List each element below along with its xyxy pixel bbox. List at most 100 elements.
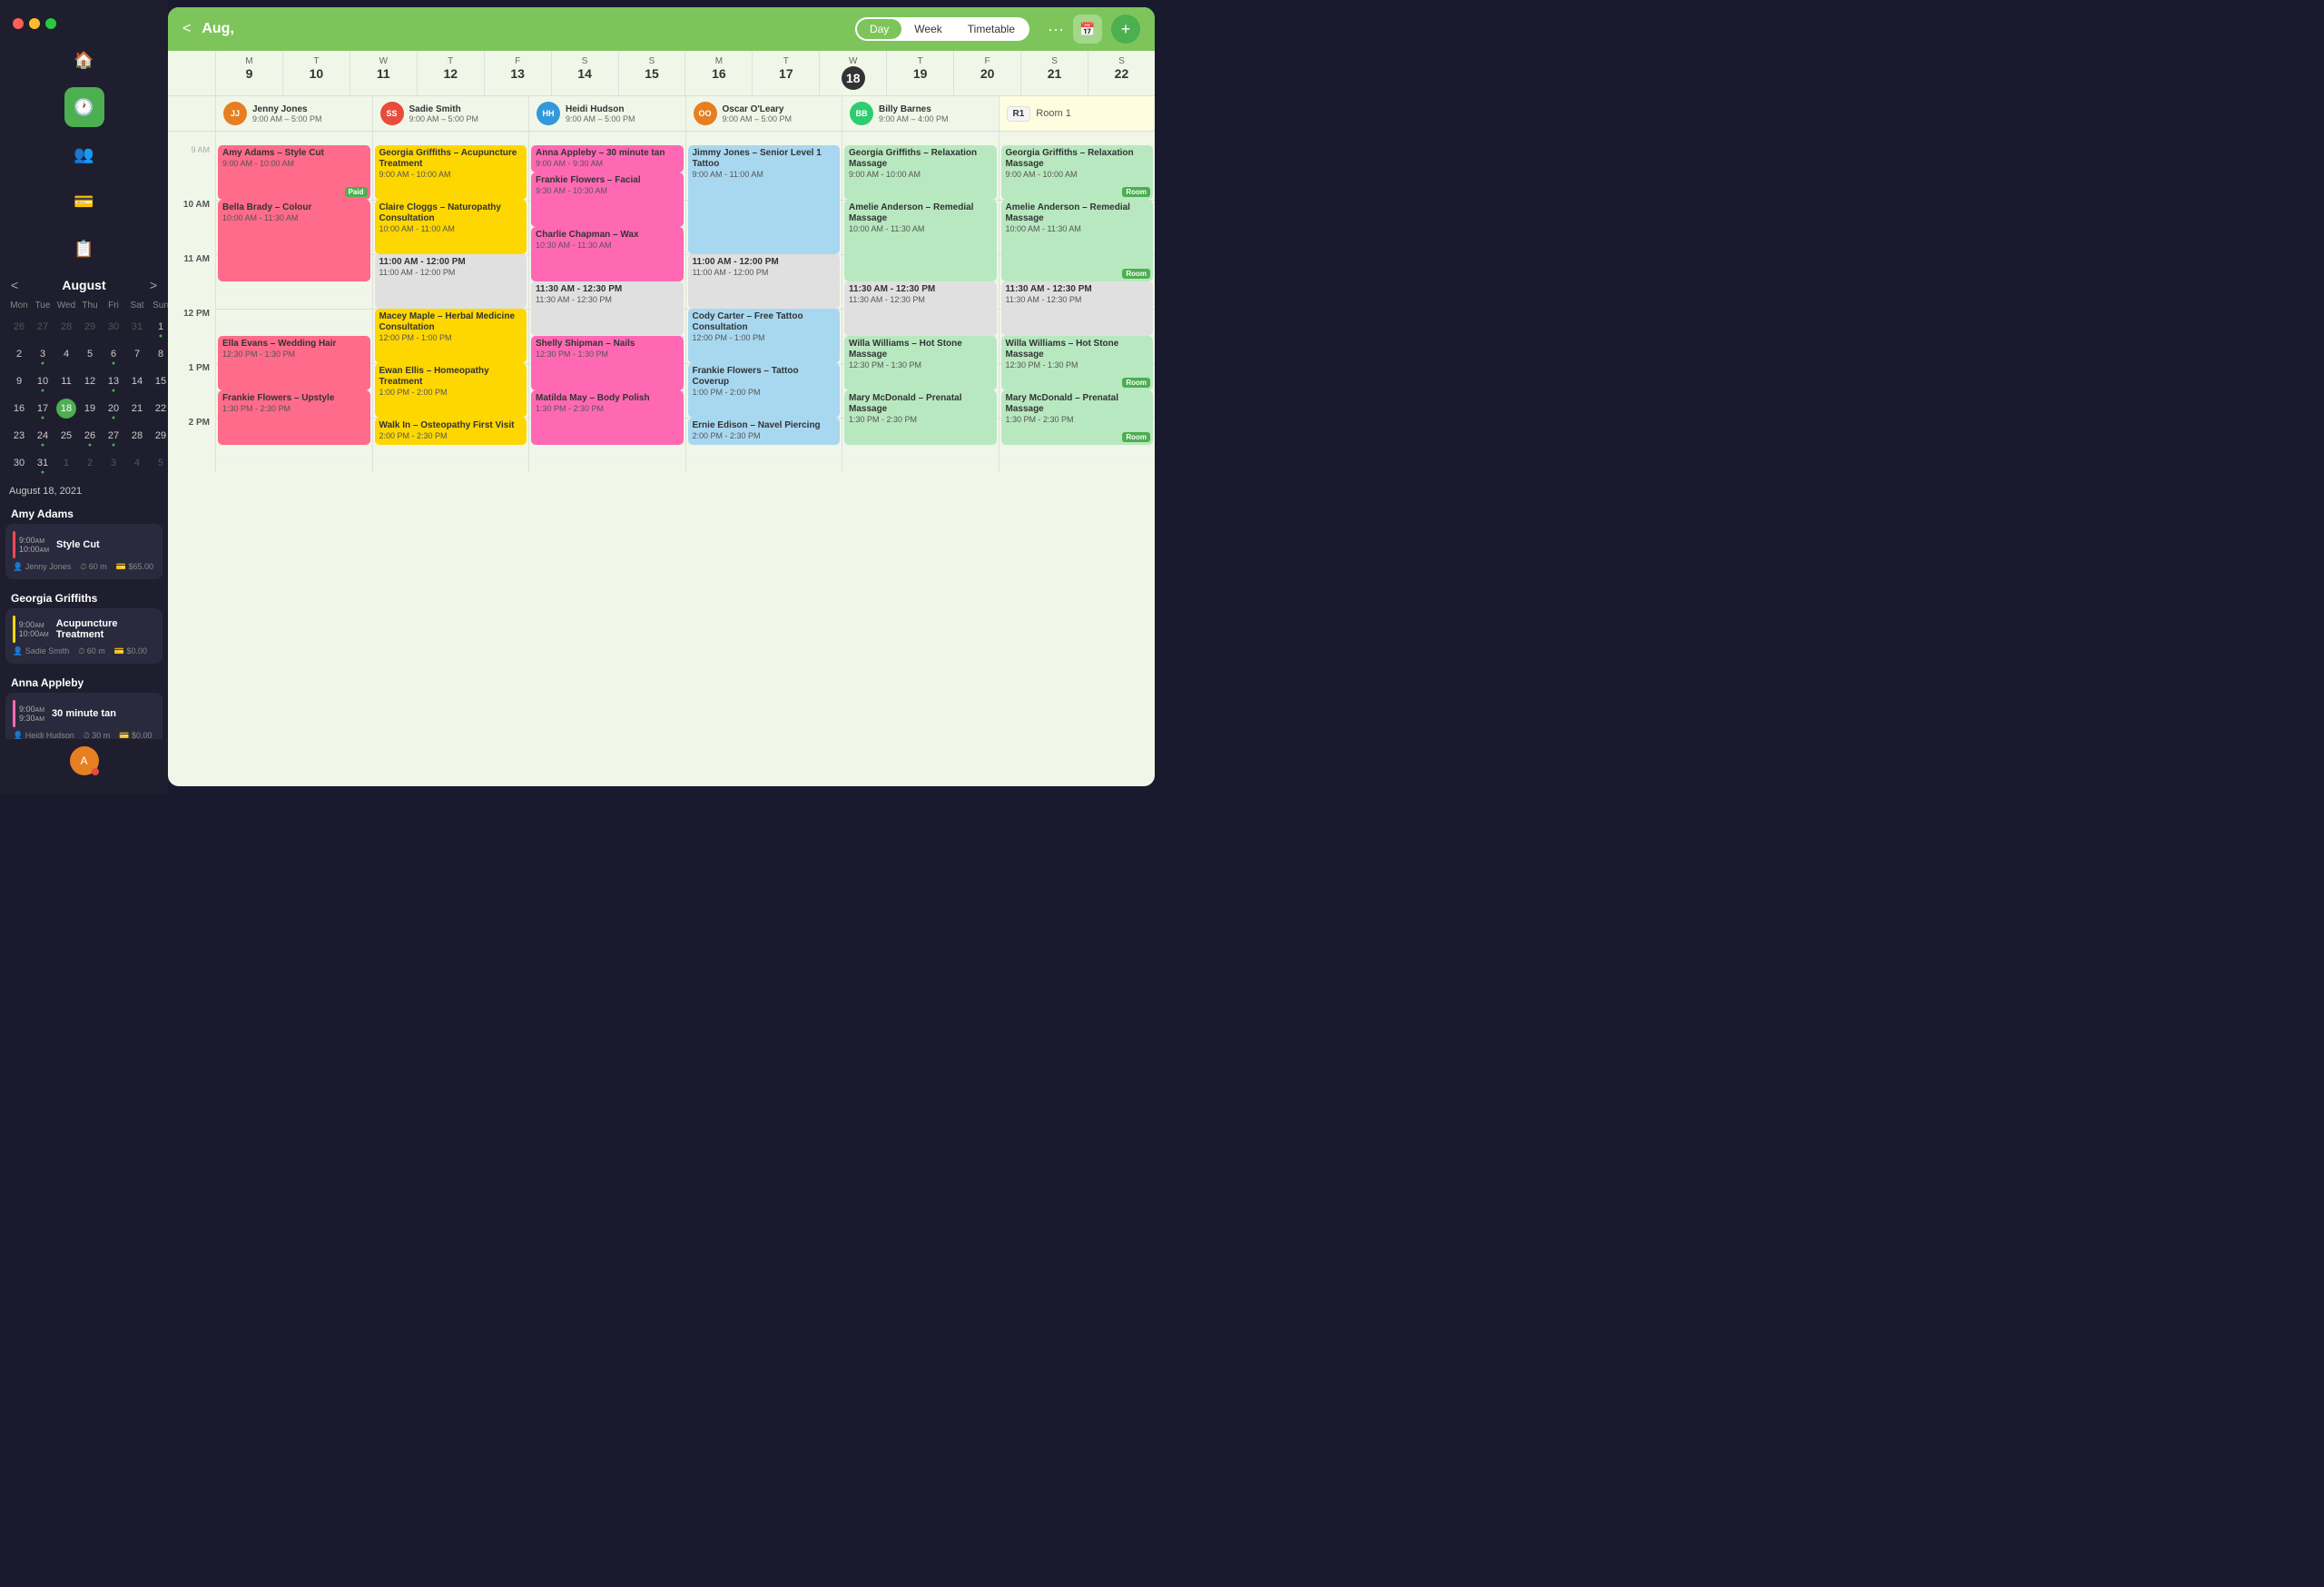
timetable-view-button[interactable]: Timetable — [955, 19, 1028, 39]
mini-cal-day[interactable]: 14 — [125, 368, 149, 395]
mini-cal-day[interactable]: 22 — [149, 395, 172, 422]
appointment-block[interactable]: Georgia Griffiths – Relaxation Massage9:… — [1001, 145, 1154, 200]
mini-cal-day[interactable]: 19 — [78, 395, 102, 422]
appointment-block[interactable]: Georgia Griffiths – Relaxation Massage9:… — [844, 145, 997, 200]
day-number-header[interactable]: S22 — [1088, 51, 1155, 95]
appointment-card[interactable]: 9:00AM 10:00AM Acupuncture Treatment 👤 S… — [5, 608, 162, 664]
mini-cal-day[interactable]: 25 — [54, 422, 78, 449]
appointment-block[interactable]: 11:00 AM - 12:00 PM11:00 AM - 12:00 PM — [375, 254, 527, 309]
appointment-block[interactable]: Mary McDonald – Prenatal Massage1:30 PM … — [1001, 390, 1154, 445]
appointment-block[interactable]: Cody Carter – Free Tattoo Consultation12… — [688, 309, 841, 363]
day-number-header[interactable]: W11 — [350, 51, 417, 95]
add-appointment-button[interactable]: + — [1111, 15, 1140, 44]
appointment-block[interactable]: Amelie Anderson – Remedial Massage10:00 … — [844, 200, 997, 281]
appointment-block[interactable]: Willa Williams – Hot Stone Massage12:30 … — [1001, 336, 1154, 390]
appointment-block[interactable]: Frankie Flowers – Upstyle1:30 PM - 2:30 … — [218, 390, 370, 445]
mini-cal-day[interactable]: 1 — [54, 449, 78, 477]
mini-cal-day[interactable]: 9 — [7, 368, 31, 395]
day-number-header[interactable]: W18 — [819, 51, 886, 95]
mini-cal-day[interactable]: 28 — [54, 313, 78, 340]
mini-cal-day[interactable]: 24● — [31, 422, 54, 449]
appointment-block[interactable]: Amy Adams – Style Cut9:00 AM - 10:00 AMP… — [218, 145, 370, 200]
day-number-header[interactable]: T12 — [417, 51, 484, 95]
day-number-header[interactable]: F20 — [953, 51, 1020, 95]
appointment-block[interactable]: Mary McDonald – Prenatal Massage1:30 PM … — [844, 390, 997, 445]
appointment-block[interactable]: Frankie Flowers – Facial9:30 AM - 10:30 … — [531, 172, 684, 227]
appointment-block[interactable]: Ernie Edison – Navel Piercing2:00 PM - 2… — [688, 418, 841, 445]
appointment-block[interactable]: Walk In – Osteopathy First Visit2:00 PM … — [375, 418, 527, 445]
appointment-block[interactable]: 11:30 AM - 12:30 PM11:30 AM - 12:30 PM — [1001, 281, 1154, 336]
mini-cal-day[interactable]: 29 — [149, 422, 172, 449]
minimize-button[interactable] — [29, 18, 40, 29]
mini-cal-day[interactable]: 11 — [54, 368, 78, 395]
appointment-block[interactable]: Ella Evans – Wedding Hair12:30 PM - 1:30… — [218, 336, 370, 390]
grid-icon[interactable]: 📋 — [64, 229, 104, 269]
day-number-header[interactable]: S14 — [551, 51, 618, 95]
mini-cal-day[interactable]: 27● — [102, 422, 125, 449]
close-button[interactable] — [13, 18, 24, 29]
mini-cal-day[interactable]: 2 — [78, 449, 102, 477]
mini-cal-day[interactable]: 31● — [31, 449, 54, 477]
day-number-header[interactable]: T17 — [752, 51, 819, 95]
user-avatar[interactable]: A — [70, 746, 99, 775]
day-number-header[interactable]: M16 — [684, 51, 752, 95]
mini-cal-day[interactable]: 10● — [31, 368, 54, 395]
week-view-button[interactable]: Week — [901, 19, 954, 39]
mini-cal-day[interactable]: 13● — [102, 368, 125, 395]
appointment-block[interactable]: Anna Appleby – 30 minute tan9:00 AM - 9:… — [531, 145, 684, 172]
day-view-button[interactable]: Day — [857, 19, 901, 39]
appointment-block[interactable]: Amelie Anderson – Remedial Massage10:00 … — [1001, 200, 1154, 281]
mini-cal-day[interactable]: 30 — [7, 449, 31, 477]
mini-cal-day[interactable]: 18 — [54, 395, 78, 422]
appointment-block[interactable]: Matilda May – Body Polish1:30 PM - 2:30 … — [531, 390, 684, 445]
calendar-widget-button[interactable]: 📅 — [1073, 15, 1102, 44]
appointment-card[interactable]: 9:00AM 10:00AM Style Cut 👤 Jenny Jones ⏱… — [5, 524, 162, 579]
mini-cal-day[interactable]: 5 — [149, 449, 172, 477]
appointment-block[interactable]: Claire Cloggs – Naturopathy Consultation… — [375, 200, 527, 254]
appointment-block[interactable]: Charlie Chapman – Wax10:30 AM - 11:30 AM — [531, 227, 684, 281]
mini-cal-day[interactable]: 12 — [78, 368, 102, 395]
mini-cal-day[interactable]: 3● — [31, 340, 54, 368]
mini-cal-day[interactable]: 31 — [125, 313, 149, 340]
appointment-block[interactable]: Macey Maple – Herbal Medicine Consultati… — [375, 309, 527, 363]
mini-cal-day[interactable]: 27 — [31, 313, 54, 340]
appointment-block[interactable]: Shelly Shipman – Nails12:30 PM - 1:30 PM — [531, 336, 684, 390]
prev-month-button[interactable]: < — [11, 278, 18, 292]
people-icon[interactable]: 👥 — [64, 134, 104, 174]
day-number-header[interactable]: F13 — [484, 51, 551, 95]
day-number-header[interactable]: T19 — [886, 51, 953, 95]
appointment-block[interactable]: Ewan Ellis – Homeopathy Treatment1:00 PM… — [375, 363, 527, 418]
appointment-block[interactable]: Georgia Griffiths – Acupuncture Treatmen… — [375, 145, 527, 200]
mini-cal-day[interactable]: 15 — [149, 368, 172, 395]
back-button[interactable]: < — [182, 21, 191, 37]
mini-cal-day[interactable]: 26● — [78, 422, 102, 449]
mini-cal-day[interactable]: 1● — [149, 313, 172, 340]
appointment-block[interactable]: Bella Brady – Colour10:00 AM - 11:30 AM — [218, 200, 370, 281]
next-month-button[interactable]: > — [150, 278, 157, 292]
mini-cal-day[interactable]: 26 — [7, 313, 31, 340]
mini-cal-day[interactable]: 5 — [78, 340, 102, 368]
appointment-card[interactable]: 9:00AM 9:30AM 30 minute tan 👤 Heidi Huds… — [5, 693, 162, 739]
mini-cal-day[interactable]: 21 — [125, 395, 149, 422]
mini-cal-day[interactable]: 8 — [149, 340, 172, 368]
mini-cal-day[interactable]: 16 — [7, 395, 31, 422]
appointment-block[interactable]: Frankie Flowers – Tattoo Coverup1:00 PM … — [688, 363, 841, 418]
day-number-header[interactable]: S21 — [1020, 51, 1088, 95]
maximize-button[interactable] — [45, 18, 56, 29]
mini-cal-day[interactable]: 20● — [102, 395, 125, 422]
day-number-header[interactable]: M9 — [215, 51, 282, 95]
mini-cal-day[interactable]: 6● — [102, 340, 125, 368]
mini-cal-day[interactable]: 30 — [102, 313, 125, 340]
mini-cal-day[interactable]: 2 — [7, 340, 31, 368]
appointment-block[interactable]: 11:30 AM - 12:30 PM11:30 AM - 12:30 PM — [531, 281, 684, 336]
mini-cal-day[interactable]: 17● — [31, 395, 54, 422]
day-number-header[interactable]: T10 — [282, 51, 350, 95]
day-number-header[interactable]: S15 — [618, 51, 685, 95]
appointment-block[interactable]: Willa Williams – Hot Stone Massage12:30 … — [844, 336, 997, 390]
home-icon[interactable]: 🏠 — [64, 40, 104, 80]
appointment-block[interactable]: 11:00 AM - 12:00 PM11:00 AM - 12:00 PM — [688, 254, 841, 309]
mini-cal-day[interactable]: 3 — [102, 449, 125, 477]
appointment-block[interactable]: 11:30 AM - 12:30 PM11:30 AM - 12:30 PM — [844, 281, 997, 336]
mini-cal-day[interactable]: 23 — [7, 422, 31, 449]
mini-cal-day[interactable]: 29 — [78, 313, 102, 340]
